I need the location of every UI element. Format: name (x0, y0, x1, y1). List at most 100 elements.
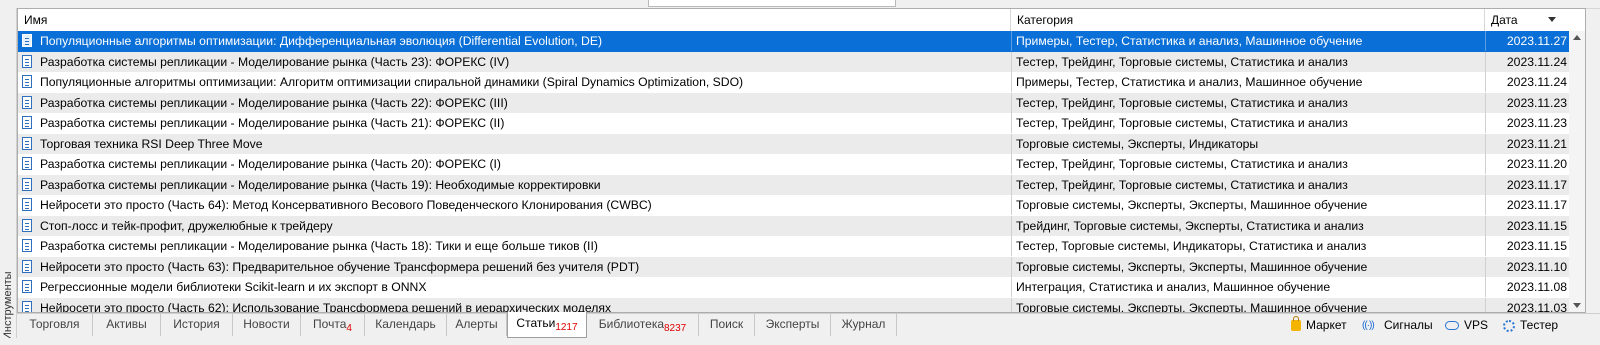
table-row[interactable]: Популяционные алгоритмы оптимизации: Диф… (18, 31, 1569, 52)
tab-label: Алерты (455, 317, 498, 331)
sort-desc-icon (1548, 17, 1556, 22)
tab-5[interactable]: Календарь (365, 314, 447, 336)
table-row[interactable]: Нейросети это просто (Часть 62): Использ… (18, 297, 1569, 313)
article-date: 2023.11.08 (1485, 277, 1569, 297)
tab-label: Поиск (709, 317, 744, 331)
tab-label: Эксперты (765, 317, 820, 331)
vps-button[interactable]: VPS (1445, 314, 1488, 338)
article-category: Тестер, Трейдинг, Торговые системы, Стат… (1011, 92, 1485, 113)
article-name: Разработка системы репликации - Моделиро… (40, 95, 508, 110)
article-date: 2023.11.15 (1485, 215, 1569, 236)
tab-0[interactable]: Торговля (17, 314, 93, 336)
article-name: Регрессионные модели библиотеки Scikit-l… (40, 280, 427, 294)
column-header-date[interactable]: Дата (1485, 9, 1585, 31)
tab-4[interactable]: Почта4 (301, 314, 365, 336)
article-date: 2023.11.10 (1485, 256, 1569, 277)
tab-label: Библиотека (598, 317, 664, 331)
article-name: Разработка системы репликации - Моделиро… (40, 54, 510, 69)
vps-label: VPS (1464, 318, 1489, 332)
tab-label: История (173, 317, 220, 331)
tab-label: Новости (243, 317, 290, 331)
vertical-scrollbar[interactable] (1569, 31, 1585, 312)
toolbox-sidebar[interactable]: Инструменты (0, 8, 17, 340)
table-row[interactable]: Разработка системы репликации - Моделиро… (18, 92, 1569, 113)
article-date: 2023.11.24 (1485, 51, 1569, 72)
article-category: Торговые системы, Эксперты, Эксперты, Ма… (1011, 297, 1485, 312)
tab-11[interactable]: Журнал (831, 314, 897, 336)
tab-1[interactable]: Активы (93, 314, 161, 336)
gear-icon (1503, 319, 1515, 332)
table-row[interactable]: Разработка системы репликации - Моделиро… (18, 51, 1569, 72)
article-date: 2023.11.23 (1485, 113, 1569, 133)
table-row[interactable]: Стоп-лосс и тейк-профит, дружелюбные к т… (18, 215, 1569, 236)
article-category: Торговые системы, Эксперты, Индикаторы (1011, 133, 1485, 154)
article-date: 2023.11.17 (1485, 195, 1569, 215)
article-date: 2023.11.21 (1485, 133, 1569, 154)
tester-label: Тестер (1520, 318, 1559, 332)
table-row[interactable]: Нейросети это просто (Часть 63): Предвар… (18, 256, 1569, 277)
article-category: Примеры, Тестер, Статистика и анализ, Ма… (1011, 31, 1485, 51)
article-name: Разработка системы репликации - Моделиро… (40, 157, 501, 171)
article-name: Разработка системы репликации - Моделиро… (40, 116, 505, 130)
tester-button[interactable]: Тестер (1503, 314, 1558, 338)
table-row[interactable]: Разработка системы репликации - Моделиро… (18, 113, 1569, 134)
article-date: 2023.11.15 (1485, 236, 1569, 256)
article-category: Тестер, Трейдинг, Торговые системы, Стат… (1011, 51, 1485, 72)
article-date: 2023.11.27 (1485, 31, 1569, 51)
article-category: Тестер, Трейдинг, Торговые системы, Стат… (1011, 113, 1485, 133)
article-date: 2023.11.20 (1485, 154, 1569, 174)
market-label: Маркет (1306, 318, 1347, 332)
table-row[interactable]: Разработка системы репликации - Моделиро… (18, 154, 1569, 175)
tab-10[interactable]: Эксперты (755, 314, 831, 336)
table-row[interactable]: Нейросети это просто (Часть 64): Метод К… (18, 195, 1569, 216)
tab-label: Активы (106, 317, 147, 331)
article-name: Нейросети это просто (Часть 64): Метод К… (40, 198, 652, 212)
shopping-bag-icon (1291, 316, 1301, 332)
article-date: 2023.11.17 (1485, 174, 1569, 195)
signal-icon (1362, 315, 1379, 337)
article-name: Стоп-лосс и тейк-профит, дружелюбные к т… (40, 218, 333, 233)
tab-8[interactable]: Библиотека8237 (587, 314, 699, 336)
article-name: Разработка системы репликации - Моделиро… (40, 177, 601, 192)
tab-label: Торговля (29, 317, 80, 331)
article-category: Интеграция, Статистика и анализ, Машинно… (1011, 277, 1485, 297)
article-name: Разработка системы репликации - Моделиро… (40, 239, 598, 253)
tab-badge: 1217 (555, 322, 578, 333)
status-strip (0, 338, 1600, 345)
signals-label: Сигналы (1384, 318, 1433, 332)
tab-badge: 4 (346, 323, 352, 334)
tab-badge: 8237 (664, 323, 687, 334)
table-row[interactable]: Торговая техника RSI Deep Three Move Торг… (18, 133, 1569, 154)
articles-table: Имя Категория Дата Популяционные алгорит… (17, 8, 1586, 313)
tab-label: Календарь (375, 317, 436, 331)
column-header-name[interactable]: Имя (18, 9, 1011, 31)
table-row[interactable]: Разработка системы репликации - Моделиро… (18, 236, 1569, 257)
cloud-icon (1445, 321, 1459, 331)
top-tab-edge (648, 0, 896, 7)
scroll-up-icon[interactable] (1573, 35, 1581, 40)
article-category: Торговые системы, Эксперты, Эксперты, Ма… (1011, 256, 1485, 277)
table-header: Имя Категория Дата (18, 9, 1585, 32)
tab-6[interactable]: Алерты (447, 314, 507, 336)
scroll-down-icon[interactable] (1573, 303, 1581, 308)
article-name: Нейросети это просто (Часть 63): Предвар… (40, 259, 640, 274)
tab-9[interactable]: Поиск (699, 314, 755, 336)
tab-3[interactable]: Новости (233, 314, 301, 336)
article-category: Тестер, Трейдинг, Торговые системы, Стат… (1011, 174, 1485, 195)
sidebar-label: Инструменты (2, 271, 14, 340)
table-row[interactable]: Регрессионные модели библиотеки Scikit-l… (18, 277, 1569, 298)
table-row[interactable]: Популяционные алгоритмы оптимизации: Алг… (18, 72, 1569, 93)
tab-label: Статьи (516, 316, 556, 330)
article-name: Нейросети это просто (Часть 62): Использ… (40, 300, 612, 313)
tab-label: Почта (313, 317, 347, 331)
column-header-category[interactable]: Категория (1011, 9, 1485, 31)
signals-button[interactable]: Сигналы (1362, 314, 1433, 338)
tab-7[interactable]: Статьи1217 (507, 312, 587, 338)
tab-2[interactable]: История (161, 314, 233, 336)
article-date: 2023.11.03 (1485, 297, 1569, 312)
market-button[interactable]: Маркет (1291, 314, 1347, 338)
table-row[interactable]: Разработка системы репликации - Моделиро… (18, 174, 1569, 195)
article-name: Торговая техника RSI Deep Three Move (40, 136, 263, 151)
article-category: Тестер, Торговые системы, Индикаторы, Ст… (1011, 236, 1485, 256)
article-name: Популяционные алгоритмы оптимизации: Алг… (40, 75, 744, 89)
